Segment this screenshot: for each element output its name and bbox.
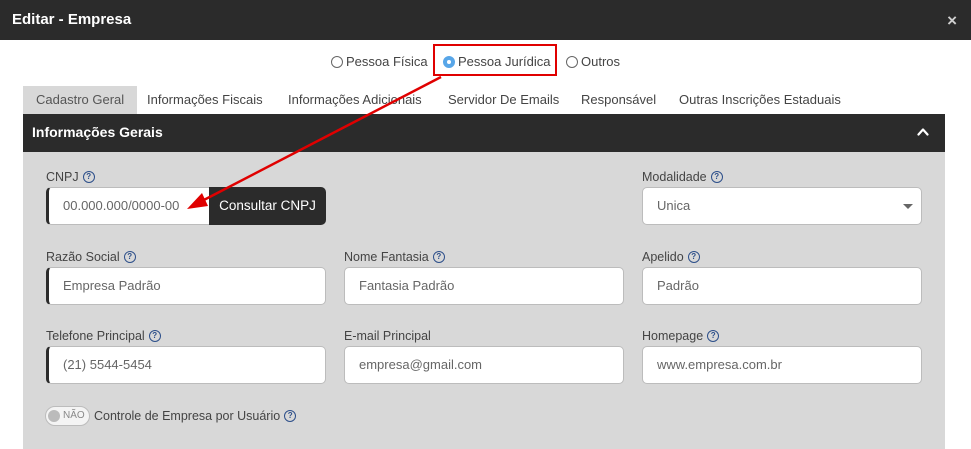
help-icon[interactable]: ? <box>710 171 723 183</box>
help-icon[interactable]: ? <box>432 251 445 263</box>
radio-label: Outros <box>581 54 621 69</box>
help-icon[interactable]: ? <box>123 251 136 263</box>
window-titlebar: Editar - Empresa × <box>0 0 971 40</box>
razao-social-label-text: Razão Social <box>46 250 120 264</box>
razao-social-label: Razão Social ? <box>46 250 136 264</box>
toggle-knob <box>48 410 60 422</box>
chevron-up-icon[interactable] <box>917 126 929 138</box>
radio-label: Pessoa Física <box>346 54 428 69</box>
cnpj-label-text: CNPJ <box>46 170 79 184</box>
tab-informacoes-adicionais[interactable]: Informações Adicionais <box>275 86 435 114</box>
controle-empresa-label-text: Controle de Empresa por Usuário <box>94 409 281 423</box>
window-title: Editar - Empresa <box>12 11 132 28</box>
nome-fantasia-input[interactable]: Fantasia Padrão <box>344 267 624 305</box>
radio-pessoa-fisica[interactable]: Pessoa Física <box>331 54 428 69</box>
tab-outras-inscricoes-estaduais[interactable]: Outras Inscrições Estaduais <box>666 86 854 114</box>
apelido-label: Apelido ? <box>642 250 700 264</box>
tab-responsavel[interactable]: Responsável <box>568 86 669 114</box>
toggle-state-text: NÃO <box>63 410 85 421</box>
cnpj-label: CNPJ ? <box>46 170 95 184</box>
close-icon[interactable]: × <box>947 11 957 31</box>
tab-cadastro-geral[interactable]: Cadastro Geral <box>23 86 138 114</box>
email-input[interactable]: empresa@gmail.com <box>344 346 624 384</box>
nome-fantasia-label-text: Nome Fantasia <box>344 250 429 264</box>
email-label: E-mail Principal <box>344 329 431 343</box>
apelido-input[interactable]: Padrão <box>642 267 922 305</box>
tab-servidor-de-emails[interactable]: Servidor De Emails <box>435 86 572 114</box>
controle-empresa-label: Controle de Empresa por Usuário ? <box>94 409 297 423</box>
radio-unchecked-icon[interactable] <box>566 55 578 68</box>
radio-outros[interactable]: Outros <box>566 54 620 69</box>
help-icon[interactable]: ? <box>284 410 297 422</box>
modalidade-value: Unica <box>657 198 691 213</box>
email-label-text: E-mail Principal <box>344 329 431 343</box>
help-icon[interactable]: ? <box>82 171 95 183</box>
homepage-input[interactable]: www.empresa.com.br <box>642 346 922 384</box>
telefone-label: Telefone Principal ? <box>46 329 161 343</box>
cnpj-input[interactable]: 00.000.000/0000-00 <box>46 187 210 225</box>
modalidade-label-text: Modalidade <box>642 170 707 184</box>
apelido-label-text: Apelido <box>642 250 684 264</box>
highlight-annotation-box <box>433 44 557 76</box>
section-header[interactable]: Informações Gerais <box>23 114 945 152</box>
razao-social-input[interactable]: Empresa Padrão <box>46 267 326 305</box>
modalidade-select[interactable]: Unica <box>642 187 922 225</box>
telefone-label-text: Telefone Principal <box>46 329 145 343</box>
controle-empresa-toggle[interactable]: NÃO <box>45 406 90 426</box>
radio-unchecked-icon[interactable] <box>331 55 343 68</box>
help-icon[interactable]: ? <box>148 330 161 342</box>
section-title: Informações Gerais <box>32 124 163 140</box>
help-icon[interactable]: ? <box>707 330 720 342</box>
tab-informacoes-fiscais[interactable]: Informações Fiscais <box>134 86 276 114</box>
homepage-label: Homepage ? <box>642 329 720 343</box>
chevron-down-icon[interactable] <box>903 204 913 209</box>
homepage-label-text: Homepage <box>642 329 704 343</box>
modalidade-label: Modalidade ? <box>642 170 723 184</box>
consultar-cnpj-button[interactable]: Consultar CNPJ <box>209 187 326 225</box>
nome-fantasia-label: Nome Fantasia ? <box>344 250 445 264</box>
help-icon[interactable]: ? <box>687 251 700 263</box>
telefone-input[interactable]: (21) 5544-5454 <box>46 346 326 384</box>
